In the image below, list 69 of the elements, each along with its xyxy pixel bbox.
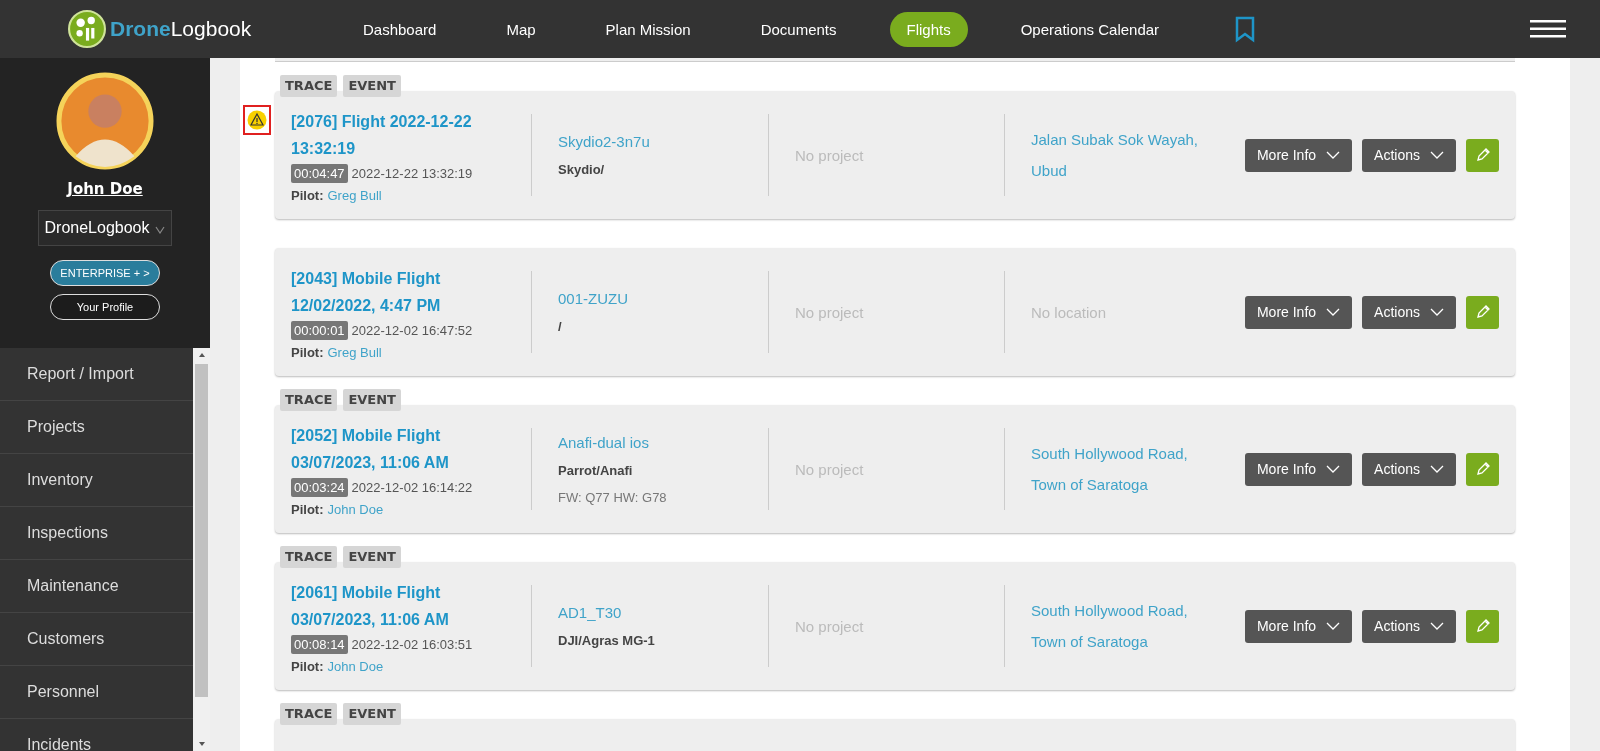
pencil-icon <box>1474 304 1491 320</box>
dropdown-button[interactable]: More Info <box>1244 609 1353 643</box>
drone-model: Parrot/Anafi <box>558 462 634 478</box>
chevron-down-icon <box>1430 465 1444 473</box>
pencil-icon <box>1474 461 1491 477</box>
scrollbar-thumb[interactable] <box>195 364 208 697</box>
nav-tab[interactable]: Dashboard <box>346 11 454 47</box>
avatar[interactable] <box>56 72 154 170</box>
dropdown-button[interactable]: Actions <box>1362 452 1456 486</box>
drone-model: / <box>558 319 563 334</box>
duration-badge: 00:00:01 <box>291 320 348 340</box>
chevron-down-icon <box>1326 465 1341 473</box>
chevron-down-icon <box>1430 308 1444 316</box>
pencil-icon <box>1474 618 1491 634</box>
tag-button[interactable]: TRACE <box>280 703 338 725</box>
scroll-up-icon[interactable] <box>197 352 206 358</box>
menu-icon[interactable] <box>1530 19 1566 39</box>
duration-badge: 00:03:24 <box>291 477 348 497</box>
drone-logo-icon[interactable] <box>68 10 106 48</box>
chevron-down-icon <box>1326 151 1341 159</box>
pilot-label: Pilot: <box>291 187 324 203</box>
pilot-label: Pilot: <box>291 658 324 674</box>
bookmark-icon[interactable] <box>1234 15 1257 43</box>
scrollbar-track[interactable] <box>193 348 210 751</box>
drone-model: DJI/Agras MG-1 <box>558 633 656 648</box>
nav-tab[interactable]: Map <box>489 11 553 47</box>
chevron-down-icon <box>1430 622 1444 630</box>
dropdown-button[interactable]: Actions <box>1362 295 1456 329</box>
chevron-down-icon <box>1326 622 1341 630</box>
dropdown-button[interactable]: More Info <box>1244 452 1353 486</box>
user-name[interactable]: John Doe <box>67 180 143 198</box>
flight-datetime: 2022-12-02 16:14:22 <box>351 479 473 495</box>
edit-button[interactable] <box>1466 295 1499 329</box>
flight-datetime: 2022-12-02 16:47:52 <box>351 322 473 338</box>
tag-button[interactable]: EVENT <box>343 546 401 568</box>
scroll-down-icon[interactable] <box>197 741 206 747</box>
tag-button[interactable]: TRACE <box>280 389 338 411</box>
brand-name[interactable]: DroneLogbook <box>110 17 252 41</box>
tag-button[interactable]: TRACE <box>280 546 338 568</box>
dropdown-button[interactable]: More Info <box>1244 138 1353 172</box>
flight-datetime: 2022-12-02 16:03:51 <box>351 636 473 652</box>
edit-button[interactable] <box>1466 138 1499 172</box>
edit-button[interactable] <box>1466 452 1499 486</box>
pilot-label: Pilot: <box>291 344 324 360</box>
tag-button[interactable]: EVENT <box>343 389 401 411</box>
flight-datetime: 2022-12-22 13:32:19 <box>351 165 473 181</box>
dropdown-button[interactable]: Actions <box>1362 138 1456 172</box>
nav-tab[interactable]: Plan Mission <box>588 11 708 47</box>
duration-badge: 00:08:14 <box>291 634 348 654</box>
edit-button[interactable] <box>1466 609 1499 643</box>
organization-dropdown[interactable]: DroneLogbook <box>37 210 173 246</box>
tag-button[interactable]: EVENT <box>343 703 401 725</box>
nav-tab[interactable]: Documents <box>743 11 854 47</box>
tag-button[interactable]: TRACE <box>280 75 338 97</box>
pencil-icon <box>1474 147 1491 163</box>
dropdown-button[interactable]: More Info <box>1244 295 1353 329</box>
drone-model: Skydio/ <box>558 162 606 177</box>
nav-tab[interactable]: Operations Calendar <box>1003 11 1177 47</box>
warning-icon[interactable] <box>243 105 271 135</box>
chevron-down-icon <box>1326 308 1341 316</box>
pilot-label: Pilot: <box>291 501 324 517</box>
tag-button[interactable]: EVENT <box>343 75 401 97</box>
firmware-text: FW: Q77 HW: G78 <box>558 489 668 505</box>
profile-button[interactable]: Your Profile <box>50 294 160 320</box>
duration-badge: 00:04:47 <box>291 163 348 183</box>
enterprise-button[interactable]: ENTERPRISE + > <box>50 260 160 286</box>
chevron-down-icon <box>1430 151 1444 159</box>
caret-icon <box>155 226 166 234</box>
dropdown-button[interactable]: Actions <box>1362 609 1456 643</box>
